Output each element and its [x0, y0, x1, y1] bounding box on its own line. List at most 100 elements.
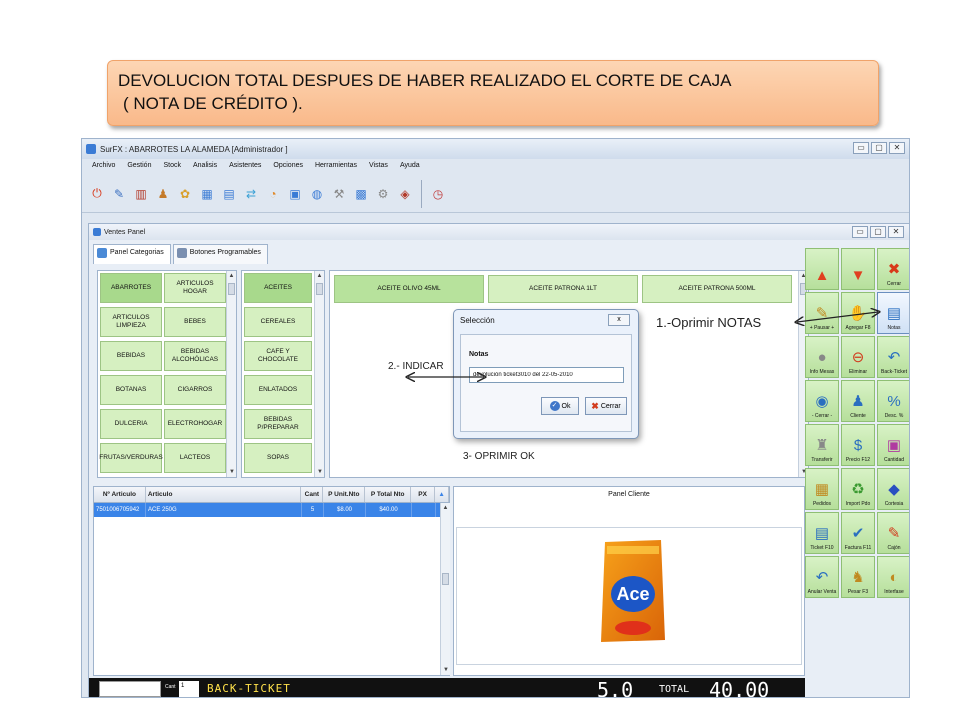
command-button[interactable]: ▣ Cantidad	[877, 424, 909, 466]
command-button[interactable]: ♻ Import Pdo	[841, 468, 875, 510]
menu-analisis[interactable]: Analisis	[187, 160, 223, 174]
notes-input[interactable]	[469, 367, 624, 383]
tab-botones-programables[interactable]: Botones Programables	[172, 244, 268, 264]
command-button[interactable]: ⊖ Eliminar	[841, 336, 875, 378]
book-icon[interactable]: ▥	[132, 183, 150, 205]
scroll-up-icon[interactable]: ▲	[441, 503, 450, 513]
menu-archivo[interactable]: Archivo	[86, 160, 121, 174]
notes-label: Notas	[469, 351, 489, 358]
category-button[interactable]: BEBIDAS ALCOHÓLICAS	[164, 341, 226, 371]
chart-icon[interactable]: ◔	[264, 183, 282, 205]
command-button[interactable]: ◆ Cortesia	[877, 468, 909, 510]
sort-icon[interactable]: ▲	[435, 487, 450, 502]
cant-input[interactable]: 1	[179, 681, 199, 697]
scroll-down-icon[interactable]: ▼	[227, 467, 237, 477]
calculator-icon[interactable]: ▩	[352, 183, 370, 205]
command-button[interactable]: ◉ - Cerrar -	[805, 380, 839, 422]
edit-icon[interactable]: ✎	[110, 183, 128, 205]
menu-vistas[interactable]: Vistas	[363, 160, 394, 174]
command-button[interactable]: ✔ Factura F11	[841, 512, 875, 554]
panel-close-icon[interactable]: ✕	[888, 226, 904, 238]
scroll-thumb[interactable]	[228, 283, 235, 295]
globe-icon[interactable]: ◍	[308, 183, 326, 205]
command-button[interactable]: ✎ + Pausar +	[805, 292, 839, 334]
command-button[interactable]: ♞ Pesar F3	[841, 556, 875, 598]
tab-panel-categorias[interactable]: Panel Categorias	[93, 244, 171, 264]
menu-asistentes[interactable]: Asistentes	[223, 160, 267, 174]
command-button[interactable]: ▦ Pedidos	[805, 468, 839, 510]
users-icon[interactable]: ♟	[154, 183, 172, 205]
scroll-up-icon[interactable]: ▲	[227, 271, 236, 281]
scroll-down-icon[interactable]: ▼	[441, 665, 451, 675]
table-scrollbar[interactable]: ▲ ▼	[440, 503, 450, 675]
category-button[interactable]: BEBIDAS	[100, 341, 162, 371]
power-icon[interactable]: ⏻	[88, 183, 106, 205]
subcategory-button[interactable]: SOPAS	[244, 443, 312, 473]
package-icon[interactable]: ◈	[396, 183, 414, 205]
scroll-thumb[interactable]	[316, 283, 323, 295]
barcode-input[interactable]	[99, 681, 161, 697]
command-button[interactable]: ↶ Back-Ticket	[877, 336, 909, 378]
panel-minimize-icon[interactable]: ▭	[852, 226, 868, 238]
scroll-thumb[interactable]	[442, 573, 449, 585]
command-button[interactable]: % Desc. %	[877, 380, 909, 422]
category-button[interactable]: ELECTROHOGAR	[164, 409, 226, 439]
category-button[interactable]: BOTANAS	[100, 375, 162, 405]
calendar-icon[interactable]: ▦	[198, 183, 216, 205]
command-button[interactable]: ▼	[841, 248, 875, 290]
dialog-close-button[interactable]: x	[608, 314, 630, 326]
command-button[interactable]: ♜ Transferir	[805, 424, 839, 466]
command-button[interactable]: ◐ Interfase	[877, 556, 909, 598]
transfer-icon[interactable]: ⇄	[242, 183, 260, 205]
category-button[interactable]: LACTEOS	[164, 443, 226, 473]
tools-icon[interactable]: ⚒	[330, 183, 348, 205]
scroll-down-icon[interactable]: ▼	[315, 467, 325, 477]
command-button[interactable]: $ Precio F12	[841, 424, 875, 466]
command-button[interactable]: ▲	[805, 248, 839, 290]
palette-icon[interactable]: ✿	[176, 183, 194, 205]
cancel-button[interactable]: ✖ Cerrar	[585, 397, 627, 415]
command-button[interactable]: ✎ Cajón	[877, 512, 909, 554]
product-button[interactable]: ACEITE PATRONA 500ML	[642, 275, 792, 303]
category-button[interactable]: ARTICULOS HOGAR	[164, 273, 226, 303]
product-button[interactable]: ACEITE OLIVO 45ML	[334, 275, 484, 303]
command-button[interactable]: ♟ Cliente	[841, 380, 875, 422]
category-button[interactable]: BEBES	[164, 307, 226, 337]
subcategory-button[interactable]: CEREALES	[244, 307, 312, 337]
menu-gestion[interactable]: Gestión	[121, 160, 157, 174]
command-button[interactable]: ● Info Mesas	[805, 336, 839, 378]
subcategory-button[interactable]: BEBIDAS P/PREPARAR	[244, 409, 312, 439]
command-button[interactable]: ✋ Agregar F8	[841, 292, 875, 334]
close-icon[interactable]: ✕	[889, 142, 905, 154]
command-button[interactable]: ✖ Cerrar	[877, 248, 909, 290]
product-button[interactable]: ACEITE PATRONA 1LT	[488, 275, 638, 303]
menu-herramientas[interactable]: Herramientas	[309, 160, 363, 174]
scroll-up-icon[interactable]: ▲	[315, 271, 324, 281]
command-button[interactable]: ▤ Ticket F10	[805, 512, 839, 554]
category-button[interactable]: FRUTAS/VERDURAS	[99, 443, 163, 473]
minimize-icon[interactable]: ▭	[853, 142, 869, 154]
settings-icon[interactable]: ⚙	[374, 183, 392, 205]
category-button[interactable]: ARTICULOS LIMPIEZA	[100, 307, 162, 337]
clock-icon[interactable]: ◷	[429, 183, 447, 205]
table-row[interactable]: 7501006705942 ACE 250G 5 $8.00 $40.00	[94, 503, 449, 517]
command-button[interactable]: ↶ Anular Venta	[805, 556, 839, 598]
panel-maximize-icon[interactable]: ▢	[870, 226, 886, 238]
command-button[interactable]: ▤ Notas	[877, 292, 909, 334]
ok-button[interactable]: ✓ Ok	[541, 397, 579, 415]
document-icon[interactable]: ▤	[220, 183, 238, 205]
bag-icon[interactable]: ▣	[286, 183, 304, 205]
menu-opciones[interactable]: Opciones	[267, 160, 309, 174]
categories-scrollbar[interactable]: ▲ ▼	[226, 271, 236, 477]
buttons-tab-icon	[176, 248, 187, 258]
subcategories-scrollbar[interactable]: ▲ ▼	[314, 271, 324, 477]
maximize-icon[interactable]: ▢	[871, 142, 887, 154]
category-button[interactable]: CIGARROS	[164, 375, 226, 405]
subcategory-button[interactable]: CAFE Y CHOCOLATE	[244, 341, 312, 371]
subcategory-button[interactable]: ACEITES	[244, 273, 312, 303]
category-button[interactable]: DULCERIA	[100, 409, 162, 439]
category-button[interactable]: ABARROTES	[100, 273, 162, 303]
menu-ayuda[interactable]: Ayuda	[394, 160, 426, 174]
menu-stock[interactable]: Stock	[157, 160, 187, 174]
subcategory-button[interactable]: ENLATADOS	[244, 375, 312, 405]
